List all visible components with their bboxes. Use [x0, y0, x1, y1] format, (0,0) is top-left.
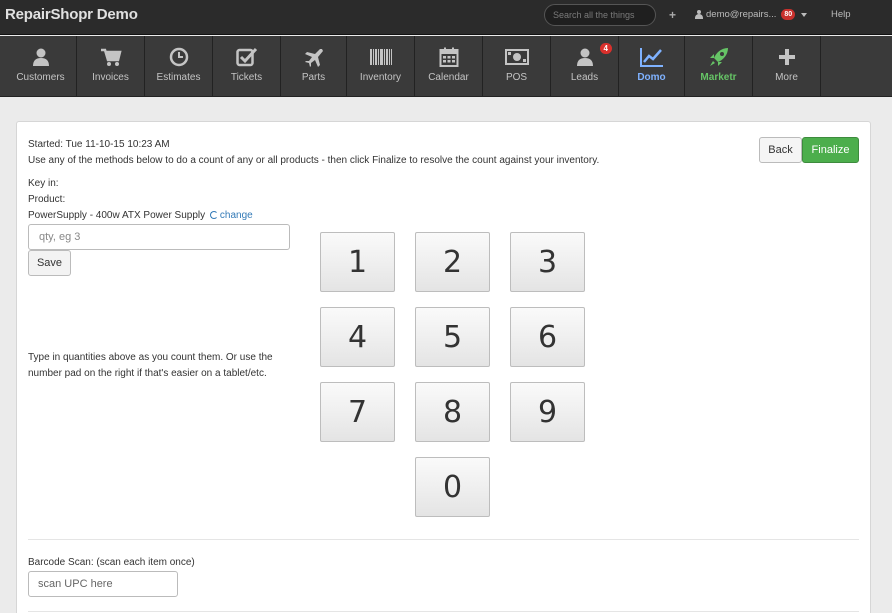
- key-8[interactable]: 8: [415, 382, 490, 442]
- divider: [28, 611, 859, 612]
- refresh-icon: [209, 211, 218, 219]
- back-button[interactable]: Back: [759, 137, 802, 163]
- user-icon: [32, 48, 49, 66]
- key-3[interactable]: 3: [510, 232, 585, 292]
- barcode-scan-label: Barcode Scan: (scan each item once): [28, 557, 195, 568]
- nav-label: Inventory: [359, 72, 402, 83]
- nav-item-more[interactable]: More: [753, 36, 821, 96]
- key-2[interactable]: 2: [415, 232, 490, 292]
- nav-label: Leads: [570, 72, 599, 83]
- nav-item-estimates[interactable]: Estimates: [145, 36, 213, 96]
- product-name: PowerSupply - 400w ATX Power Supply: [28, 210, 206, 221]
- plus-icon: [778, 49, 795, 65]
- nav-label: Marketr: [700, 72, 737, 83]
- started-text: Started: Tue 11-10-15 10:23 AM: [28, 139, 170, 150]
- key-5[interactable]: 5: [415, 307, 490, 367]
- finalize-button[interactable]: Finalize: [802, 137, 859, 163]
- nav-label: Tickets: [230, 72, 263, 83]
- qty-input[interactable]: [28, 224, 290, 250]
- search-input[interactable]: [544, 4, 656, 26]
- upc-input[interactable]: [28, 571, 178, 597]
- help-text: Type in quantities above as you count th…: [28, 352, 273, 379]
- checkbox-icon: [235, 47, 257, 67]
- main-nav: Customers Invoices Estimates Tickets Par…: [0, 36, 892, 97]
- user-icon: [695, 10, 703, 19]
- nav-item-domo[interactable]: Domo: [619, 36, 685, 96]
- nav-item-marketr[interactable]: Marketr: [685, 36, 753, 96]
- clock-icon: [169, 47, 188, 67]
- nav-item-customers[interactable]: Customers: [5, 36, 77, 96]
- new-item-button[interactable]: +: [669, 8, 676, 22]
- product-line: PowerSupply - 400w ATX Power Supply chan…: [28, 210, 253, 221]
- nav-label: Customers: [16, 72, 65, 83]
- user-icon: [576, 48, 593, 66]
- top-header: RepairShopr Demo + demo@repairs... 80 He…: [0, 0, 892, 35]
- nav-label: More: [775, 72, 798, 83]
- cart-icon: [100, 48, 122, 66]
- key-0[interactable]: 0: [415, 457, 490, 517]
- nav-item-tickets[interactable]: Tickets: [213, 36, 281, 96]
- key-6[interactable]: 6: [510, 307, 585, 367]
- nav-label: Calendar: [428, 72, 469, 83]
- user-menu[interactable]: demo@repairs... 80: [695, 9, 808, 20]
- key-4[interactable]: 4: [320, 307, 395, 367]
- barcode-icon: [369, 49, 392, 65]
- change-product-link[interactable]: change: [220, 210, 253, 221]
- key-in-label: Key in:: [28, 178, 59, 189]
- instructions-text: Use any of the methods below to do a cou…: [28, 155, 600, 166]
- calendar-icon: [439, 47, 458, 67]
- nav-label: POS: [505, 72, 528, 83]
- app-title[interactable]: RepairShopr Demo: [5, 6, 138, 23]
- nav-item-leads[interactable]: Leads 4: [551, 36, 619, 96]
- nav-label: Domo: [637, 72, 666, 83]
- chevron-down-icon: [801, 12, 808, 17]
- divider: [28, 539, 859, 540]
- leads-badge: 4: [599, 43, 612, 54]
- product-label: Product:: [28, 194, 66, 205]
- nav-item-pos[interactable]: POS: [483, 36, 551, 96]
- key-1[interactable]: 1: [320, 232, 395, 292]
- nav-item-inventory[interactable]: Inventory: [347, 36, 415, 96]
- key-7[interactable]: 7: [320, 382, 395, 442]
- plane-icon: [304, 49, 323, 67]
- rocket-icon: [709, 48, 728, 66]
- help-link[interactable]: Help: [831, 9, 851, 20]
- chart-icon: [639, 48, 663, 67]
- nav-item-parts[interactable]: Parts: [281, 36, 347, 96]
- money-icon: [504, 49, 529, 65]
- nav-label: Invoices: [92, 72, 129, 83]
- nav-label: Parts: [301, 72, 326, 83]
- nav-item-invoices[interactable]: Invoices: [77, 36, 145, 96]
- key-9[interactable]: 9: [510, 382, 585, 442]
- nav-label: Estimates: [156, 72, 201, 83]
- nav-item-calendar[interactable]: Calendar: [415, 36, 483, 96]
- notification-badge[interactable]: 80: [781, 9, 796, 20]
- save-button[interactable]: Save: [28, 250, 71, 276]
- user-email: demo@repairs...: [706, 9, 777, 20]
